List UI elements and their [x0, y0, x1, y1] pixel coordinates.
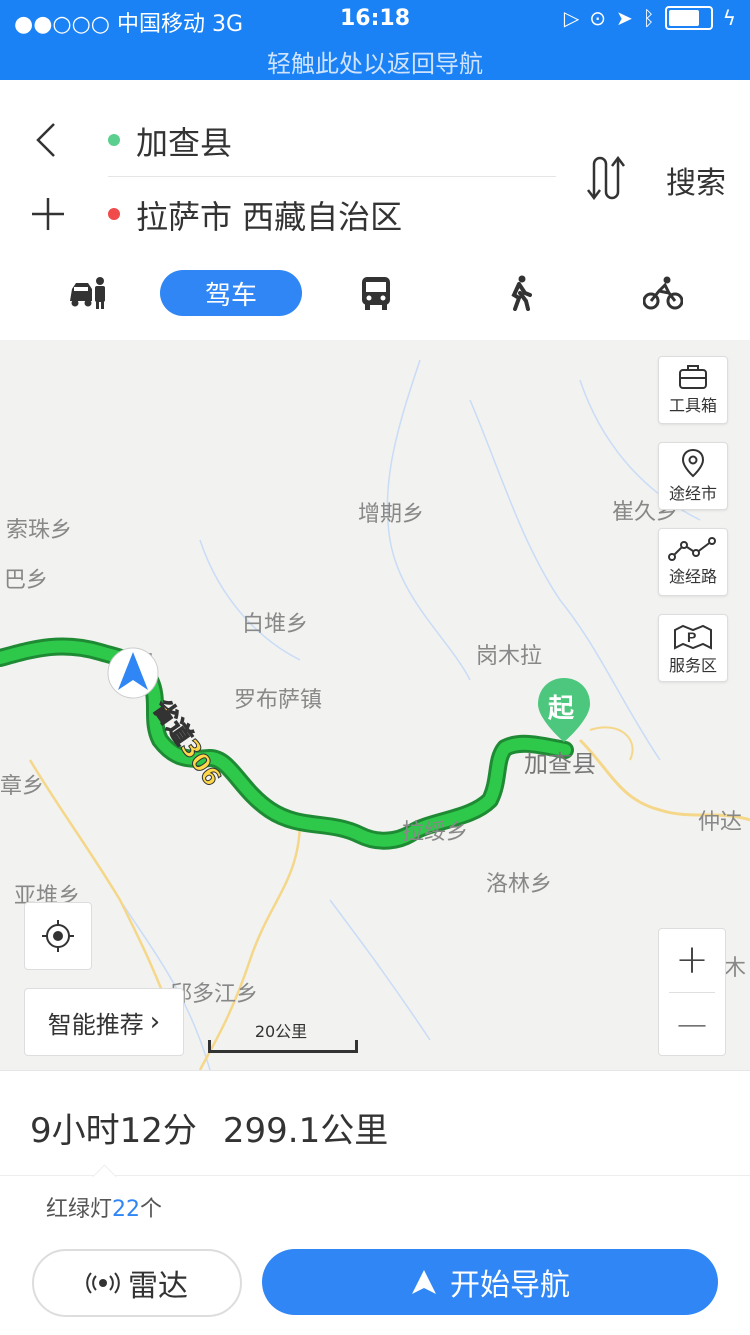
route-header: 加查县 拉萨市 西藏自治区 搜索 驾车 — [0, 80, 750, 340]
traffic-lights-info: 红绿灯22个 — [46, 1191, 162, 1223]
walk-icon — [511, 275, 532, 311]
back-icon[interactable] — [28, 120, 68, 160]
add-waypoint-icon[interactable] — [28, 194, 68, 234]
svg-text:P: P — [687, 629, 696, 645]
rotation-lock-icon: ⊙ — [589, 6, 607, 30]
place-label: 洛林乡 — [486, 872, 553, 897]
bluetooth-icon: ᛒ — [642, 6, 655, 30]
zoom-control: + — — [658, 928, 726, 1056]
field-divider — [108, 176, 556, 177]
search-button[interactable]: 搜索 — [666, 158, 726, 202]
panel-notch — [92, 1164, 117, 1189]
smart-recommend-label: 智能推荐 — [47, 1010, 144, 1039]
mode-bus[interactable] — [356, 270, 396, 316]
service-area-label: 服务区 — [668, 656, 717, 675]
toolbox-icon — [679, 365, 707, 389]
place-label: 章乡 — [0, 774, 45, 799]
place-label: 拉绥乡 — [402, 820, 469, 845]
place-label: 索珠乡 — [6, 518, 73, 543]
place-label: 岗木拉 — [476, 644, 543, 669]
via-city-button[interactable]: 途经市 — [658, 442, 728, 510]
bike-icon — [643, 276, 683, 310]
via-road-label: 途经路 — [668, 567, 717, 586]
location-pin-icon — [681, 448, 705, 478]
locate-me-button[interactable] — [24, 902, 92, 970]
zoom-in-button[interactable]: + — [659, 929, 725, 991]
service-area-button[interactable]: P 服务区 — [658, 614, 728, 682]
smart-recommend-button[interactable]: 智能推荐 › — [24, 988, 184, 1056]
place-label: 加查县 — [524, 750, 596, 778]
start-navigation-button[interactable]: 开始导航 — [262, 1249, 718, 1315]
radar-label: 雷达 — [128, 1269, 188, 1304]
map-scale: 20公里 — [208, 1016, 358, 1053]
via-city-label: 途经市 — [668, 484, 717, 503]
place-label: 仲达 — [698, 810, 743, 835]
traffic-lights-prefix: 红绿灯 — [46, 1197, 113, 1222]
bus-icon — [362, 277, 390, 310]
return-to-navigation-banner[interactable]: 轻触此处以返回导航 — [0, 44, 750, 79]
via-road-button[interactable]: 途经路 — [658, 528, 728, 596]
place-label: 增期乡 — [358, 502, 425, 527]
start-pin-label: 起 — [548, 694, 575, 724]
origin-dot — [108, 134, 120, 146]
place-label: 巴乡 — [4, 568, 49, 593]
map-canvas — [0, 340, 750, 1070]
charging-icon: ϟ — [722, 6, 736, 30]
place-label: 罗布萨镇 — [234, 688, 323, 713]
play-icon: ▷ — [563, 6, 580, 30]
status-bar[interactable]: ●●○○○ 中国移动 3G 16:18 ▷ ⊙ ➤ ᛒ ϟ 轻触此处以返回导航 — [0, 0, 750, 80]
mode-drive[interactable]: 驾车 — [160, 270, 302, 316]
transport-mode-bar: 驾车 — [0, 270, 750, 318]
battery-icon — [664, 6, 713, 30]
route-summary: 9小时12分 299.1公里 — [30, 1103, 388, 1152]
swap-route-icon[interactable] — [584, 156, 630, 200]
route-duration: 9小时12分 — [30, 1111, 197, 1151]
destination-dot — [108, 208, 120, 220]
location-arrow-icon: ➤ — [616, 6, 633, 30]
toolbox-label: 工具箱 — [668, 396, 717, 415]
radar-icon — [86, 1272, 120, 1294]
traffic-lights-count: 22 — [112, 1197, 141, 1222]
chevron-right-icon: › — [149, 1007, 161, 1037]
crosshair-icon — [42, 920, 74, 952]
taxi-icon — [70, 277, 105, 309]
origin-field[interactable]: 加查县 — [136, 118, 232, 164]
scale-label: 20公里 — [254, 1022, 308, 1041]
map-view[interactable]: 索珠乡 巴乡 增期乡 崔久乡 白堆乡 曲县 岗木拉 罗布萨镇 加查县 章乡 拉绥… — [0, 340, 750, 1070]
route-summary-panel[interactable]: 9小时12分 299.1公里 红绿灯22个 雷达 开始导航 — [0, 1070, 750, 1335]
route-line-icon — [668, 537, 716, 561]
mode-walk[interactable] — [500, 270, 540, 316]
start-navigation-label: 开始导航 — [450, 1268, 570, 1303]
destination-field[interactable]: 拉萨市 西藏自治区 — [136, 192, 402, 238]
service-area-icon: P — [674, 624, 712, 650]
status-icons: ▷ ⊙ ➤ ᛒ ϟ — [564, 6, 736, 30]
toolbox-button[interactable]: 工具箱 — [658, 356, 728, 424]
route-distance: 299.1公里 — [222, 1111, 389, 1151]
place-label: 木 — [724, 956, 747, 981]
current-location-icon — [107, 647, 159, 699]
radar-button[interactable]: 雷达 — [32, 1249, 242, 1317]
traffic-lights-suffix: 个 — [140, 1197, 163, 1222]
zoom-out-button[interactable]: — — [659, 993, 725, 1055]
mode-bike[interactable] — [640, 270, 686, 316]
navigation-arrow-icon — [412, 1270, 436, 1294]
mode-taxi[interactable] — [66, 270, 110, 316]
place-label: 白堆乡 — [242, 612, 309, 637]
scale-bar — [208, 1040, 358, 1053]
